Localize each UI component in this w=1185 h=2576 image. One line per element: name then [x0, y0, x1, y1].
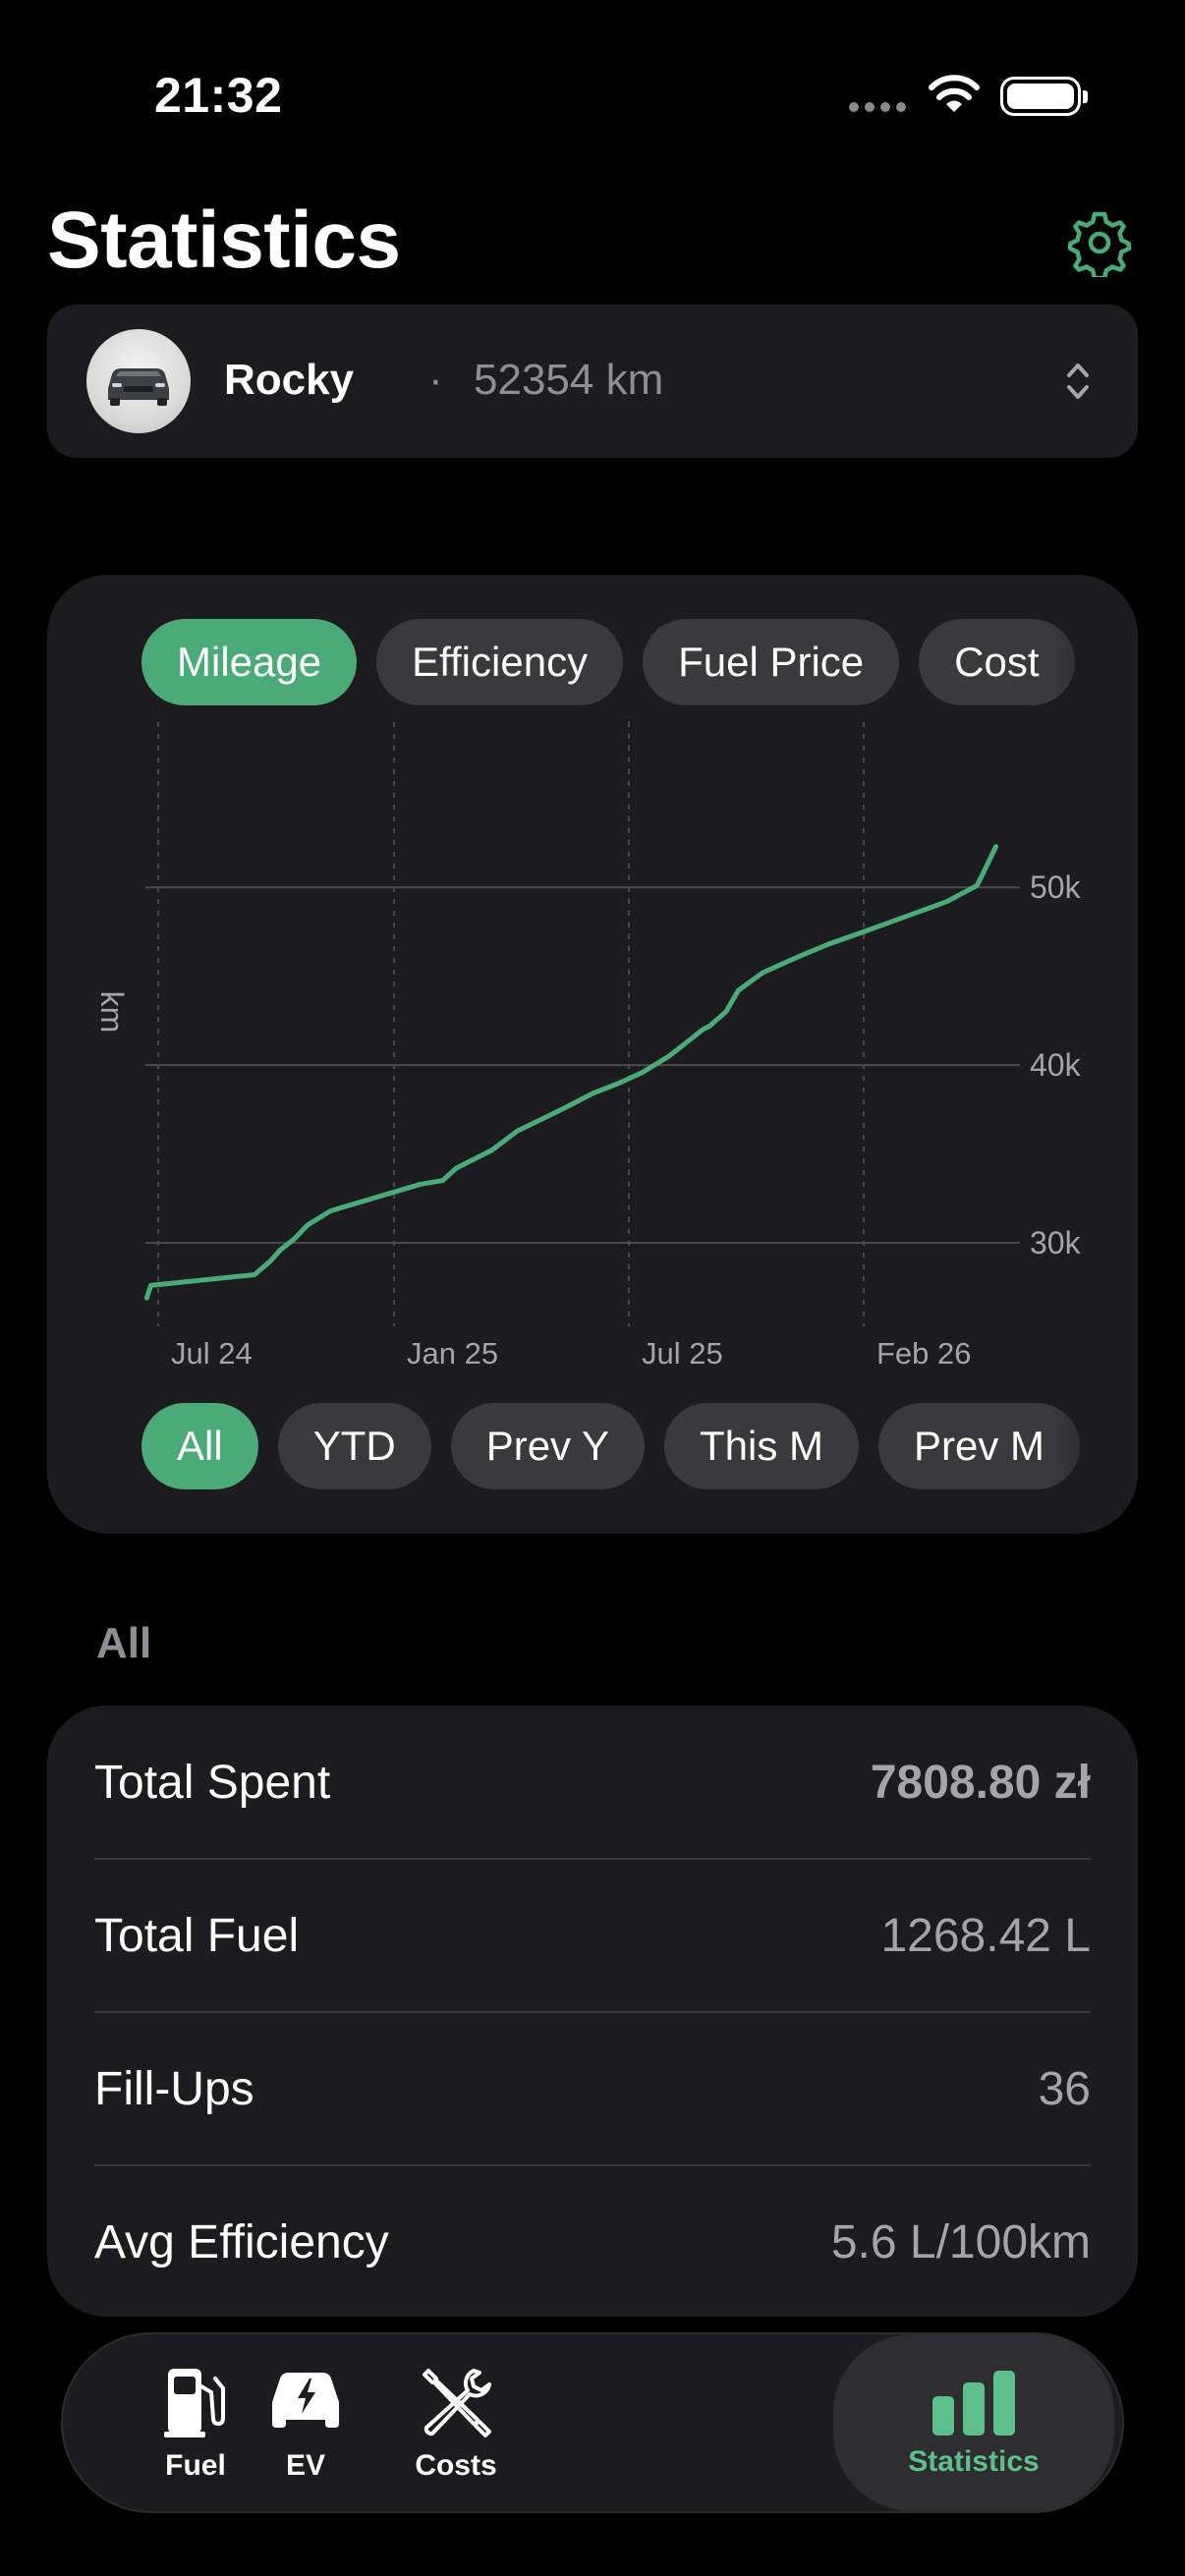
stat-value: 36 [1038, 2062, 1091, 2115]
stat-total-spent: Total Spent 7808.80 zł [94, 1706, 1091, 1859]
period-tabs: All YTD Prev Y This M Prev M [141, 1403, 1093, 1489]
vehicle-selector[interactable]: Rocky · 52354 km [47, 305, 1138, 458]
stat-fill-ups: Fill-Ups 36 [94, 2012, 1091, 2165]
tab-label: Costs [415, 2449, 497, 2482]
ev-car-icon [272, 2373, 339, 2428]
section-label: All [96, 1619, 152, 1667]
period-prev-year[interactable]: Prev Y [450, 1403, 645, 1489]
x-tick-label: Jan 25 [407, 1336, 498, 1371]
stat-total-fuel: Total Fuel 1268.42 L [94, 1859, 1091, 2012]
x-tick-label: Jul 25 [642, 1336, 723, 1371]
stat-value: 7808.80 zł [870, 1756, 1091, 1809]
x-tick-label: Jul 24 [171, 1336, 253, 1371]
stat-avg-efficiency: Avg Efficiency 5.6 L/100km [94, 2165, 1091, 2319]
period-this-month[interactable]: This M [663, 1403, 859, 1489]
stat-value: 5.6 L/100km [830, 2215, 1091, 2268]
battery-icon [1000, 77, 1088, 116]
cellular-icon [849, 102, 906, 112]
stat-label: Avg Efficiency [94, 2215, 389, 2268]
stat-label: Fill-Ups [94, 2062, 254, 2115]
x-tick-label: Feb 26 [876, 1336, 972, 1371]
tab-mileage[interactable]: Mileage [141, 619, 358, 705]
tab-label: EV [285, 2449, 326, 2482]
scroll-fade [1049, 1398, 1138, 1496]
tab-label: Statistics [908, 2445, 1040, 2478]
tab-bar: Fuel EV Costs Statistics [61, 2332, 1124, 2513]
odometer-value: 52354 km [474, 356, 664, 404]
status-time: 21:32 [154, 68, 283, 123]
tab-efficiency[interactable]: Efficiency [376, 619, 624, 705]
gear-icon[interactable] [1065, 208, 1134, 277]
tab-ev[interactable]: EV [232, 2334, 379, 2511]
stat-label: Total Fuel [94, 1909, 300, 1962]
period-all[interactable]: All [141, 1403, 258, 1489]
page-title: Statistics [47, 196, 401, 285]
stat-label: Total Spent [94, 1756, 331, 1809]
y-tick-label: 50k [1030, 869, 1082, 905]
y-tick-label: 30k [1030, 1225, 1082, 1260]
car-avatar [86, 329, 191, 433]
tab-costs[interactable]: Costs [382, 2334, 530, 2511]
chevron-up-down-icon [1067, 364, 1089, 399]
period-ytd[interactable]: YTD [277, 1403, 431, 1489]
scroll-fade [1049, 614, 1138, 712]
wifi-icon [929, 75, 980, 112]
tab-label: Fuel [165, 2449, 226, 2482]
chart-card: Mileage Efficiency Fuel Price Cost 30k 40… [47, 575, 1138, 1534]
car-icon [108, 368, 169, 406]
y-axis-label: km [94, 991, 130, 1034]
stat-value: 1268.42 L [880, 1909, 1091, 1962]
fuel-pump-icon [164, 2369, 225, 2437]
separator-dot: · [428, 356, 443, 404]
wrench-screwdriver-icon [423, 2369, 491, 2437]
vehicle-name: Rocky [224, 356, 355, 404]
mileage-series-line [143, 844, 999, 1301]
bar-chart-icon [932, 2371, 1015, 2436]
tab-fuel-price[interactable]: Fuel Price [643, 619, 900, 705]
metric-tabs: Mileage Efficiency Fuel Price Cost [141, 619, 1093, 705]
stats-card: Total Spent 7808.80 zł Total Fuel 1268.4… [47, 1706, 1138, 2317]
mileage-chart[interactable]: 30k 40k 50k Jul 24 Jan 25 Jul 25 Feb 26 km [47, 722, 1138, 1410]
y-tick-label: 40k [1030, 1047, 1082, 1083]
tab-statistics[interactable]: Statistics [833, 2334, 1114, 2511]
